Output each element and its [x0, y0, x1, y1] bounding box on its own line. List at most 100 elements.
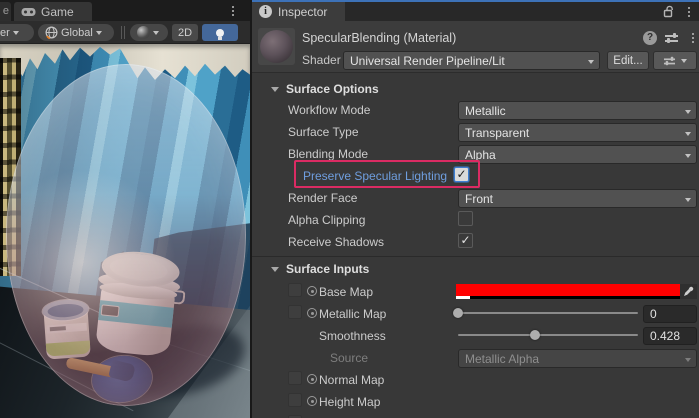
list-icon — [664, 55, 675, 65]
pivot-mode-button[interactable]: ter — [0, 24, 34, 41]
material-preview-sphere — [260, 30, 293, 63]
chevron-down-icon — [13, 31, 19, 35]
surface-inputs-header[interactable]: Surface Inputs — [252, 261, 699, 279]
shader-dropdown[interactable]: Universal Render Pipeline/Lit — [343, 51, 600, 70]
surface-options-title: Surface Options — [286, 82, 379, 96]
eyedropper-icon — [683, 286, 694, 297]
blending-mode-label: Blending Mode — [288, 147, 368, 161]
material-menu-icon[interactable] — [688, 31, 698, 45]
alpha-clipping-checkbox[interactable] — [458, 211, 473, 226]
render-face-value: Front — [465, 192, 493, 206]
game-viewport[interactable] — [0, 44, 250, 418]
inspector-menu-icon[interactable] — [684, 5, 694, 19]
height-map-label: Height Map — [319, 395, 380, 409]
lightbulb-icon — [216, 29, 224, 37]
toolbar-separator — [124, 26, 125, 39]
workflow-mode-label: Workflow Mode — [288, 103, 370, 117]
metallic-map-texture-slot[interactable] — [288, 305, 302, 319]
source-label: Source — [330, 351, 368, 365]
slider-thumb[interactable] — [453, 308, 463, 318]
partial-scene-tab[interactable]: e — [0, 2, 11, 21]
chevron-down-icon — [685, 110, 691, 114]
chevron-down-icon — [588, 60, 594, 64]
smoothness-slider[interactable] — [458, 327, 638, 343]
base-map-color-swatch[interactable] — [456, 284, 680, 299]
chevron-down-icon — [685, 132, 691, 136]
shader-dropdown-value: Universal Render Pipeline/Lit — [350, 54, 505, 68]
shader-label: Shader — [302, 53, 341, 67]
workflow-mode-dropdown[interactable]: Metallic — [458, 101, 697, 120]
surface-type-label: Surface Type — [288, 125, 359, 139]
transparent-material-sphere — [6, 64, 246, 406]
smoothness-value-field[interactable]: 0.428 — [643, 327, 697, 345]
game-tab-bar: e Game — [0, 0, 250, 21]
global-space-button[interactable]: Global — [38, 24, 114, 41]
shading-mode-button[interactable] — [130, 24, 168, 41]
receive-shadows-label: Receive Shadows — [288, 235, 384, 249]
material-title: SpecularBlending (Material) — [302, 31, 456, 45]
metallic-map-slider[interactable] — [458, 305, 638, 321]
game-tab[interactable]: Game — [14, 2, 92, 21]
surface-options-header[interactable]: Surface Options — [252, 81, 699, 99]
edit-shader-button[interactable]: Edit... — [607, 51, 649, 70]
2d-toggle-label: 2D — [178, 27, 192, 39]
texture-picker-icon[interactable] — [307, 308, 317, 318]
edit-shader-label: Edit... — [613, 55, 642, 67]
workflow-mode-value: Metallic — [465, 104, 506, 118]
height-map-texture-slot[interactable] — [288, 393, 302, 407]
chevron-down-icon — [153, 31, 159, 35]
unlock-icon[interactable] — [663, 5, 675, 18]
gamepad-icon — [21, 7, 36, 17]
surface-inputs-title: Surface Inputs — [286, 262, 369, 276]
blending-mode-dropdown[interactable]: Alpha — [458, 145, 697, 164]
chevron-down-icon — [681, 59, 687, 63]
scene-toolbar: ter Global 2D — [0, 21, 250, 44]
render-face-dropdown[interactable]: Front — [458, 189, 697, 208]
surface-type-value: Transparent — [465, 126, 529, 140]
preserve-specular-lighting-label: Preserve Specular Lighting — [303, 169, 447, 183]
section-divider — [252, 256, 699, 257]
material-preview-thumbnail[interactable] — [258, 28, 295, 65]
foldout-triangle-icon — [271, 267, 279, 272]
inspector-tab-bar: i Inspector — [252, 2, 699, 21]
render-face-label: Render Face — [288, 191, 357, 205]
preserve-specular-lighting-checkbox[interactable]: ✓ — [454, 167, 469, 182]
eyedropper-button[interactable] — [680, 284, 697, 299]
texture-picker-icon[interactable] — [307, 374, 317, 384]
smoothness-label: Smoothness — [319, 329, 386, 343]
slider-thumb[interactable] — [530, 330, 540, 340]
pivot-mode-label: ter — [0, 27, 10, 39]
game-tab-label: Game — [41, 5, 74, 19]
shaded-sphere-icon — [137, 26, 150, 39]
2d-toggle-button[interactable]: 2D — [172, 24, 198, 41]
unity-editor-window: e Game ter — [0, 0, 699, 418]
material-header: SpecularBlending (Material) ? Shader Uni… — [252, 21, 699, 73]
blending-mode-value: Alpha — [465, 148, 496, 162]
surface-type-dropdown[interactable]: Transparent — [458, 123, 697, 142]
receive-shadows-checkbox[interactable]: ✓ — [458, 233, 473, 248]
game-panel-menu-icon[interactable] — [228, 4, 238, 18]
normal-map-label: Normal Map — [319, 373, 384, 387]
chevron-down-icon — [685, 358, 691, 362]
source-value: Metallic Alpha — [465, 352, 539, 366]
slider-track — [458, 312, 638, 314]
shader-presets-button[interactable] — [653, 51, 697, 70]
source-dropdown: Metallic Alpha — [458, 349, 697, 368]
base-map-texture-slot[interactable] — [288, 283, 302, 297]
inspector-tab[interactable]: i Inspector — [252, 2, 345, 21]
normal-map-texture-slot[interactable] — [288, 371, 302, 385]
chevron-down-icon — [685, 198, 691, 202]
info-icon: i — [259, 5, 272, 18]
texture-picker-icon[interactable] — [307, 396, 317, 406]
slider-track — [458, 334, 638, 336]
metallic-map-label: Metallic Map — [319, 307, 386, 321]
inspector-panel: i Inspector SpecularBlending (Material) … — [252, 0, 699, 418]
help-icon[interactable]: ? — [643, 31, 657, 45]
inspector-tab-label: Inspector — [278, 5, 327, 19]
chevron-down-icon — [685, 154, 691, 158]
presets-icon[interactable] — [665, 32, 678, 44]
base-map-color-field[interactable] — [456, 284, 697, 299]
texture-picker-icon[interactable] — [307, 286, 317, 296]
metallic-map-value-field[interactable]: 0 — [643, 305, 697, 323]
scene-lighting-toggle-button[interactable] — [202, 24, 238, 41]
